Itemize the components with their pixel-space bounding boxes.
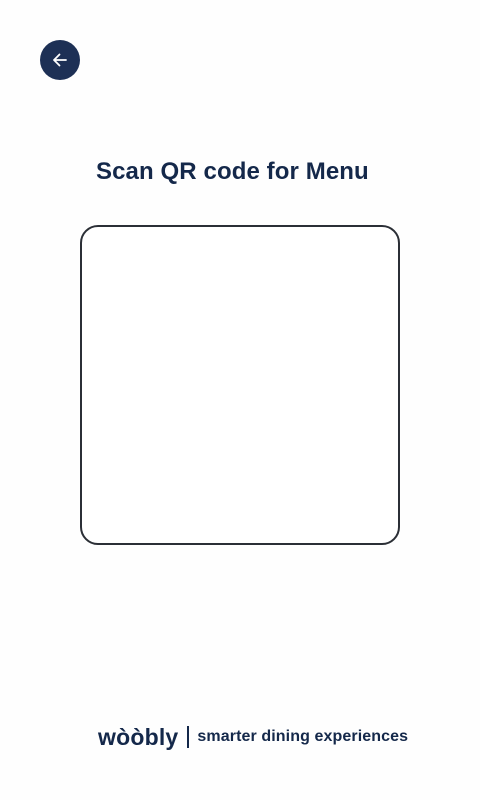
back-button[interactable]: [40, 40, 80, 80]
page-title: Scan QR code for Menu: [96, 158, 369, 185]
scan-menu-screen: Scan QR code for Menu wòòbly smarter din…: [0, 0, 480, 800]
brand-footer: wòòbly smarter dining experiences: [98, 722, 408, 752]
brand-logo: wòòbly: [98, 724, 179, 750]
brand-divider: [187, 726, 190, 748]
brand-tagline: smarter dining experiences: [197, 728, 409, 745]
qr-scanner-frame[interactable]: [80, 225, 400, 545]
arrow-left-icon: [51, 51, 69, 69]
